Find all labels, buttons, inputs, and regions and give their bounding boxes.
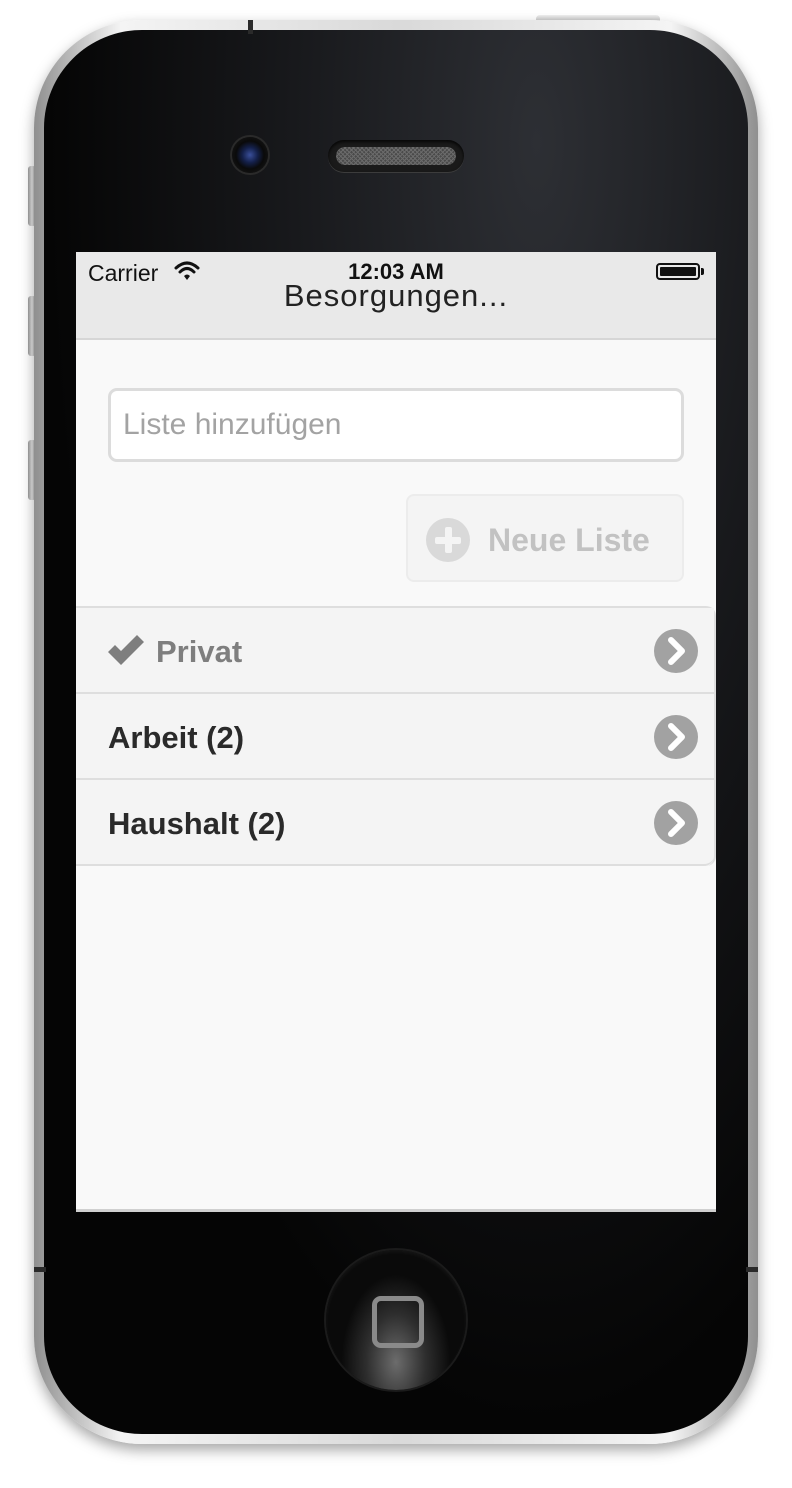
antenna-band-top bbox=[248, 20, 253, 34]
list-item-privat[interactable]: Privat bbox=[76, 608, 714, 694]
device-frame: Carrier 12:03 AM Besorgungen... Neue Lis… bbox=[0, 0, 792, 1488]
home-square-icon bbox=[372, 1296, 424, 1348]
list-name-input[interactable] bbox=[111, 391, 681, 459]
front-camera bbox=[232, 137, 268, 173]
app-screen: Carrier 12:03 AM Besorgungen... Neue Lis… bbox=[76, 252, 716, 1212]
home-button[interactable] bbox=[326, 1250, 466, 1390]
list-item-label: Arbeit (2) bbox=[108, 720, 245, 755]
checkmark-icon bbox=[108, 635, 144, 665]
list-item-label: Privat bbox=[156, 634, 243, 669]
chevron-right-icon[interactable] bbox=[654, 715, 698, 759]
list-item-label: Haushalt (2) bbox=[108, 806, 286, 841]
list-item-arbeit[interactable]: Arbeit (2) bbox=[76, 694, 714, 780]
list-item-haushalt[interactable]: Haushalt (2) bbox=[76, 780, 714, 866]
antenna-band-right bbox=[746, 1267, 758, 1272]
chevron-right-icon[interactable] bbox=[654, 801, 698, 845]
speaker-mesh bbox=[336, 147, 456, 165]
lists-table: Privat Arbeit (2) Haushalt (2) bbox=[76, 606, 716, 866]
navigation-bar: Carrier 12:03 AM Besorgungen... bbox=[76, 252, 716, 340]
page-title: Besorgungen... bbox=[283, 278, 509, 313]
battery-tip bbox=[701, 268, 704, 275]
chevron-right-icon[interactable] bbox=[654, 629, 698, 673]
earpiece-speaker bbox=[328, 140, 464, 172]
battery-level bbox=[660, 267, 696, 276]
new-list-button-label: Neue Liste bbox=[488, 522, 650, 558]
screen-bottom-edge bbox=[76, 1209, 716, 1212]
add-list-field bbox=[108, 388, 684, 462]
plus-circle-icon bbox=[426, 518, 470, 562]
new-list-button[interactable]: Neue Liste bbox=[406, 494, 684, 582]
antenna-band-left bbox=[34, 1267, 46, 1272]
